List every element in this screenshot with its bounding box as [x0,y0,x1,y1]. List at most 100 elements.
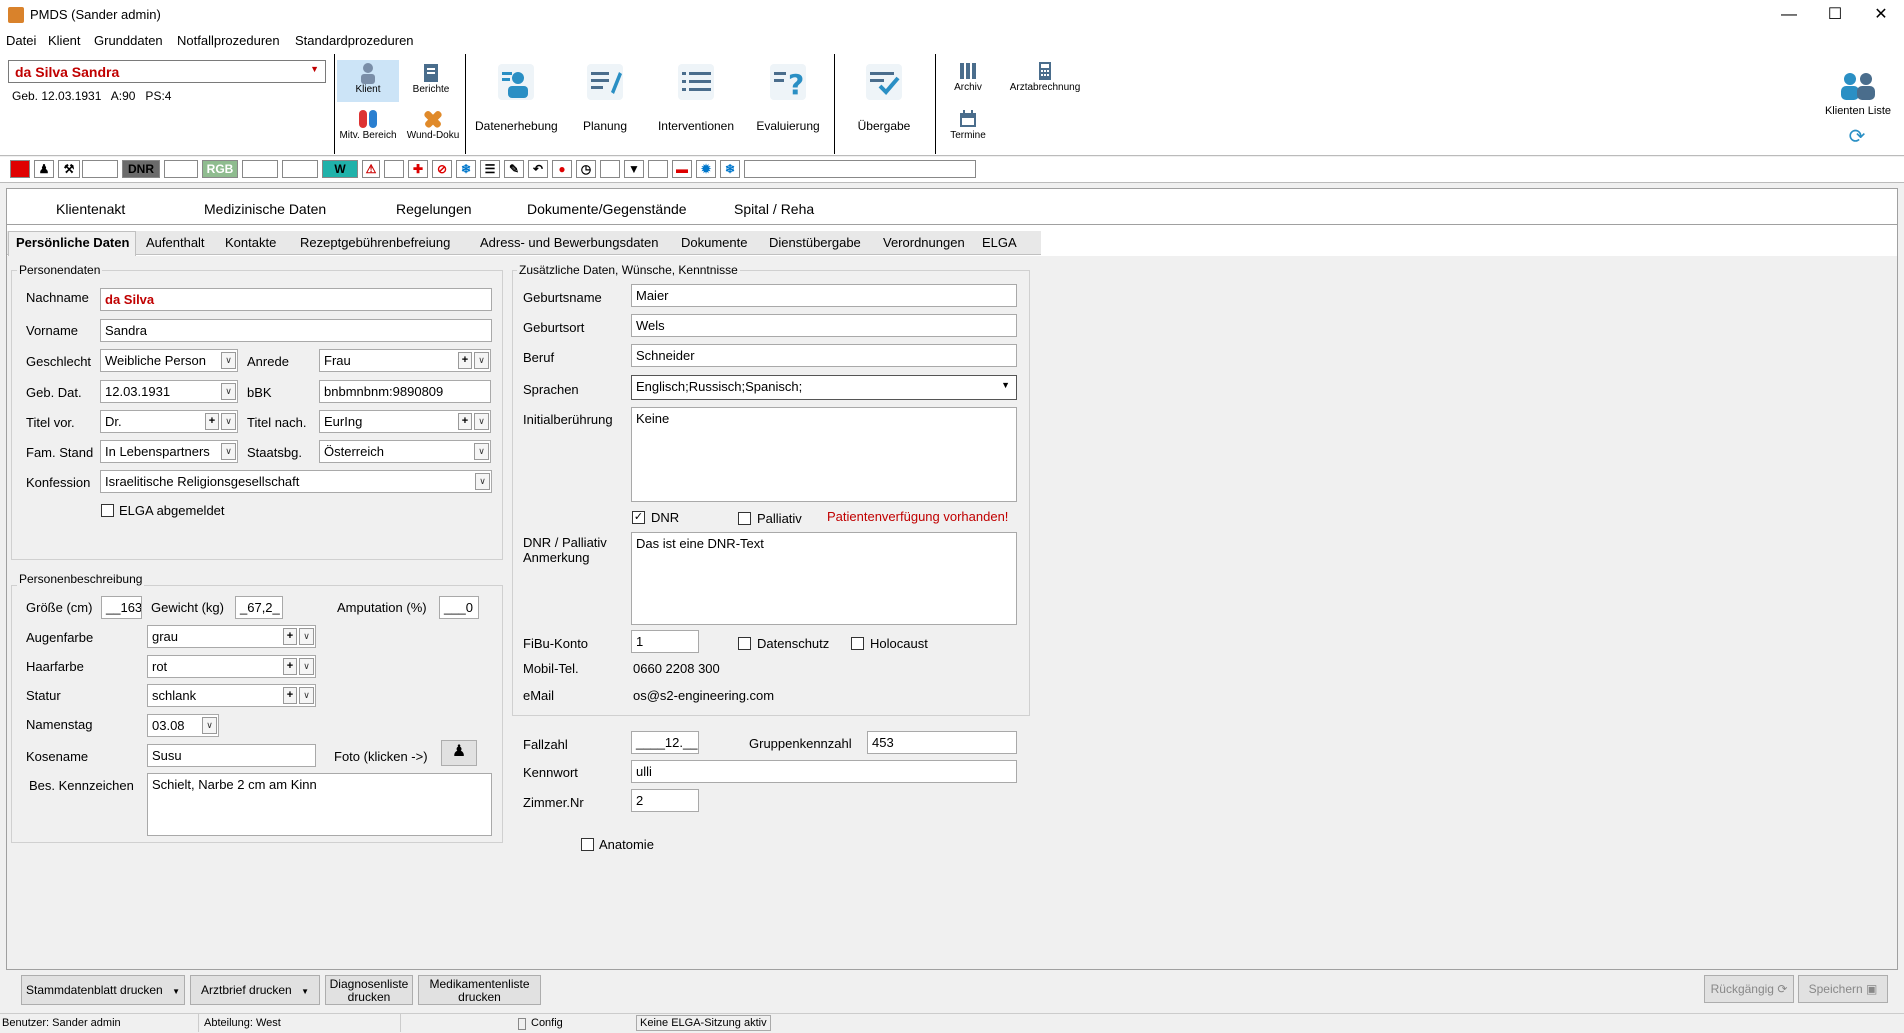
geburtsname-field[interactable]: Maier [631,284,1017,307]
tab-spital-reha[interactable]: Spital / Reha [734,201,814,217]
plus-icon[interactable]: + [283,687,297,704]
empty-indicator[interactable] [164,160,198,178]
tab-medizinische-daten[interactable]: Medizinische Daten [204,201,326,217]
hook-icon[interactable]: ↶ [528,160,548,178]
empty-indicator[interactable] [282,160,318,178]
interventionen-button[interactable]: Interventionen [654,62,738,133]
gebdat-picker[interactable]: 12.03.1931 ∨ [100,380,238,403]
vorname-field[interactable]: Sandra [100,319,492,342]
empty-indicator[interactable] [744,160,976,178]
gewicht-field[interactable]: _67,2_ [235,596,283,619]
archiv-button[interactable]: Archiv [948,60,988,104]
subtab-adress-bewerbungsdaten[interactable]: Adress- und Bewerbungsdaten [480,235,659,250]
empty-indicator[interactable] [384,160,404,178]
famstand-select[interactable]: In Lebenspartners ∨ [100,440,238,463]
maximize-button[interactable]: ☐ [1812,0,1858,30]
datenerhebung-button[interactable]: Datenerhebung [475,62,558,133]
plus-icon[interactable]: + [458,352,472,369]
klienten-liste-button[interactable]: Klienten Liste [1816,70,1900,117]
plus-icon[interactable]: + [205,413,219,430]
red-flag-icon[interactable] [10,160,30,178]
termine-button[interactable]: Termine [948,108,988,152]
dnr-checkbox[interactable]: ✓ [632,511,645,524]
kennwort-field[interactable]: ulli [631,760,1017,783]
w-badge[interactable]: W [322,160,358,178]
subtab-persoenliche-daten[interactable]: Persönliche Daten [16,235,129,250]
wrench-icon[interactable]: ✎ [504,160,524,178]
planung-button[interactable]: Planung [574,62,636,133]
evaluierung-button[interactable]: ? Evaluierung [752,62,824,133]
empty-indicator[interactable] [648,160,668,178]
uebergabe-button[interactable]: Übergabe [848,62,920,133]
menu-grunddaten[interactable]: Grunddaten [94,33,163,48]
kennzeichen-field[interactable]: Schielt, Narbe 2 cm am Kinn [147,773,492,836]
groesse-field[interactable]: __163 [101,596,142,619]
dnr-badge[interactable]: DNR [122,160,160,178]
status-config[interactable]: Config [531,1017,563,1029]
tools-icon[interactable]: ⚒ [58,160,80,178]
datenschutz-checkbox[interactable] [738,637,751,650]
namenstag-select[interactable]: 03.08 ∨ [147,714,219,737]
fibu-field[interactable]: 1 [631,630,699,653]
holocaust-checkbox[interactable] [851,637,864,650]
empty-indicator[interactable] [82,160,118,178]
medikamentenliste-button[interactable]: Medikamentenliste drucken [418,975,541,1005]
first-aid-icon[interactable]: ✚ [408,160,428,178]
geburtsort-field[interactable]: Wels [631,314,1017,337]
plus-icon[interactable]: + [458,413,472,430]
foto-button[interactable]: ♟ [441,740,477,766]
subtab-aufenthalt[interactable]: Aufenthalt [146,235,205,250]
subtab-verordnungen[interactable]: Verordnungen [883,235,965,250]
tab-klientenakt[interactable]: Klientenakt [56,201,125,217]
snowflake-icon[interactable]: ❄ [456,160,476,178]
refresh-icon[interactable]: ⟳ [1846,126,1868,148]
subtab-rezeptgebuehrenbefreiung[interactable]: Rezeptgebührenbefreiung [300,235,450,250]
bbk-field[interactable]: bnbmnbnm:9890809 [319,380,491,403]
wund-doku-button[interactable]: Wund-Doku [405,108,461,152]
beruf-field[interactable]: Schneider [631,344,1017,367]
menu-datei[interactable]: Datei [6,33,36,48]
kosename-field[interactable]: Susu [147,744,316,767]
virus-icon[interactable]: ✹ [696,160,716,178]
klient-button[interactable]: Klient [337,60,399,102]
zimmer-field[interactable]: 2 [631,789,699,812]
initial-field[interactable]: Keine [631,407,1017,502]
rueckgaengig-button[interactable]: Rückgängig ⟳ [1704,975,1794,1003]
plus-icon[interactable]: + [283,658,297,675]
empty-indicator[interactable] [600,160,620,178]
titelvor-select[interactable]: Dr. + ∨ [100,410,238,433]
speichern-button[interactable]: Speichern ▣ [1798,975,1888,1003]
subtab-dokumente[interactable]: Dokumente [681,235,747,250]
rgb-badge[interactable]: RGB [202,160,238,178]
snowflake-icon[interactable]: ❄ [720,160,740,178]
sprachen-select[interactable]: Englisch;Russisch;Spanisch; ▼ [631,375,1017,400]
titelnach-select[interactable]: EurIng + ∨ [319,410,491,433]
nachname-field[interactable]: da Silva [100,288,492,311]
close-button[interactable]: ✕ [1858,0,1904,30]
diagnosenliste-button[interactable]: Diagnosenliste drucken [325,975,413,1005]
fallzahl-field[interactable]: ____12.__ [631,731,699,754]
staatsbg-select[interactable]: Österreich ∨ [319,440,491,463]
empty-indicator[interactable] [242,160,278,178]
haarfarbe-select[interactable]: rot + ∨ [147,655,316,678]
no-entry-icon[interactable]: ⊘ [432,160,452,178]
menu-klient[interactable]: Klient [48,33,81,48]
geschlecht-select[interactable]: Weibliche Person ∨ [100,349,238,372]
drop-icon[interactable]: ● [552,160,572,178]
capsule-icon[interactable]: ▬ [672,160,692,178]
statur-select[interactable]: schlank + ∨ [147,684,316,707]
menu-standardprozeduren[interactable]: Standardprozeduren [295,33,414,48]
elga-abgemeldet-checkbox[interactable] [101,504,114,517]
subtab-kontakte[interactable]: Kontakte [225,235,276,250]
tab-dokumente-gegenstaende[interactable]: Dokumente/Gegenstände [527,201,687,217]
amputation-field[interactable]: ___0 [439,596,479,619]
subtab-dienstuebergabe[interactable]: Dienstübergabe [769,235,861,250]
anatomie-checkbox[interactable] [581,838,594,851]
palliativ-checkbox[interactable] [738,512,751,525]
stammdatenblatt-button[interactable]: Stammdatenblatt drucken ▼ [21,975,185,1005]
berichte-button[interactable]: Berichte [405,60,457,102]
menu-notfallprozeduren[interactable]: Notfallprozeduren [177,33,280,48]
client-selector[interactable]: da Silva Sandra ▼ [8,60,326,83]
glass-icon[interactable]: ▼ [624,160,644,178]
minimize-button[interactable]: — [1766,0,1812,30]
